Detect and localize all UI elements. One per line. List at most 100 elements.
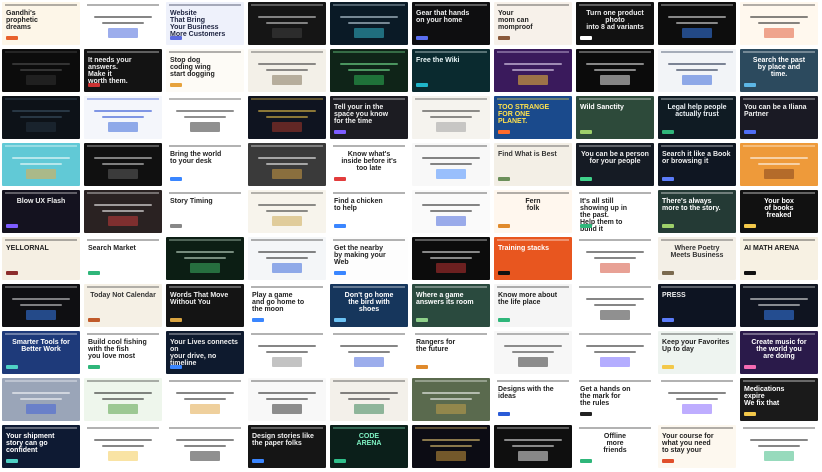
screenshot-thumbnail[interactable]: [166, 96, 244, 139]
screenshot-thumbnail[interactable]: [412, 237, 490, 280]
screenshot-thumbnail[interactable]: [2, 49, 80, 92]
screenshot-thumbnail[interactable]: Words That Move Without You: [166, 284, 244, 327]
screenshot-thumbnail[interactable]: Know more about the life place: [494, 284, 572, 327]
screenshot-thumbnail[interactable]: [84, 425, 162, 468]
screenshot-thumbnail[interactable]: Training stacks: [494, 237, 572, 280]
screenshot-thumbnail[interactable]: Keep your Favorites Up to day: [658, 331, 736, 374]
screenshot-thumbnail[interactable]: It's all still showing up in the past. H…: [576, 190, 654, 233]
screenshot-thumbnail[interactable]: Today Not Calendar: [84, 284, 162, 327]
screenshot-thumbnail[interactable]: [740, 425, 818, 468]
screenshot-thumbnail[interactable]: [412, 96, 490, 139]
screenshot-thumbnail[interactable]: Where Poetry Meets Business: [658, 237, 736, 280]
screenshot-thumbnail[interactable]: [576, 284, 654, 327]
screenshot-thumbnail[interactable]: [330, 2, 408, 45]
screenshot-thumbnail[interactable]: CODE ARENA: [330, 425, 408, 468]
screenshot-thumbnail[interactable]: Where a game answers its room: [412, 284, 490, 327]
screenshot-thumbnail[interactable]: Wild Sanctity: [576, 96, 654, 139]
screenshot-thumbnail[interactable]: Legal help people actually trust: [658, 96, 736, 139]
screenshot-thumbnail[interactable]: [248, 331, 326, 374]
screenshot-thumbnail[interactable]: Don't go home the bird with shoes: [330, 284, 408, 327]
screenshot-thumbnail[interactable]: [2, 96, 80, 139]
screenshot-thumbnail[interactable]: [248, 2, 326, 45]
screenshot-thumbnail[interactable]: Fern folk: [494, 190, 572, 233]
screenshot-thumbnail[interactable]: [740, 284, 818, 327]
screenshot-thumbnail[interactable]: [494, 425, 572, 468]
screenshot-thumbnail[interactable]: [740, 2, 818, 45]
screenshot-thumbnail[interactable]: Medications expire We fix that: [740, 378, 818, 421]
screenshot-thumbnail[interactable]: [740, 143, 818, 186]
screenshot-thumbnail[interactable]: [330, 331, 408, 374]
screenshot-thumbnail[interactable]: [412, 425, 490, 468]
screenshot-thumbnail[interactable]: YELLORNAL: [2, 237, 80, 280]
screenshot-thumbnail[interactable]: Build cool fishing with the fish you lov…: [84, 331, 162, 374]
screenshot-thumbnail[interactable]: [2, 284, 80, 327]
screenshot-thumbnail[interactable]: Gear that hands on your home: [412, 2, 490, 45]
screenshot-thumbnail[interactable]: Find a chicken to help: [330, 190, 408, 233]
screenshot-thumbnail[interactable]: [330, 378, 408, 421]
screenshot-thumbnail[interactable]: Play a game and go home to the moon: [248, 284, 326, 327]
screenshot-thumbnail[interactable]: Search the past by place and time.: [740, 49, 818, 92]
screenshot-thumbnail[interactable]: Your Lives connects on your drive, no ti…: [166, 331, 244, 374]
screenshot-thumbnail[interactable]: [84, 2, 162, 45]
screenshot-thumbnail[interactable]: [658, 49, 736, 92]
screenshot-thumbnail[interactable]: [576, 49, 654, 92]
screenshot-thumbnail[interactable]: Get the nearby by making your Web: [330, 237, 408, 280]
screenshot-thumbnail[interactable]: There's always more to the story.: [658, 190, 736, 233]
screenshot-thumbnail[interactable]: Turn one product photo into 8 ad variant…: [576, 2, 654, 45]
screenshot-thumbnail[interactable]: [248, 237, 326, 280]
screenshot-thumbnail[interactable]: Create music for the world you are doing: [740, 331, 818, 374]
screenshot-thumbnail[interactable]: You can be a person for your people: [576, 143, 654, 186]
screenshot-thumbnail[interactable]: Your shipment story can go confident: [2, 425, 80, 468]
screenshot-thumbnail[interactable]: Offline more friends: [576, 425, 654, 468]
screenshot-thumbnail[interactable]: Tell your in the space you know for the …: [330, 96, 408, 139]
screenshot-thumbnail[interactable]: [248, 49, 326, 92]
screenshot-thumbnail[interactable]: It needs your answers. Make it worth the…: [84, 49, 162, 92]
screenshot-thumbnail[interactable]: [84, 378, 162, 421]
screenshot-thumbnail[interactable]: You can be a Iliana Partner: [740, 96, 818, 139]
screenshot-thumbnail[interactable]: [84, 143, 162, 186]
screenshot-thumbnail[interactable]: [494, 49, 572, 92]
screenshot-thumbnail[interactable]: [330, 49, 408, 92]
screenshot-thumbnail[interactable]: Get a hands on the mark for the rules: [576, 378, 654, 421]
screenshot-thumbnail[interactable]: [166, 425, 244, 468]
screenshot-thumbnail[interactable]: Gandhi's prophetic dreams: [2, 2, 80, 45]
screenshot-thumbnail[interactable]: Story Timing: [166, 190, 244, 233]
screenshot-thumbnail[interactable]: AI MATH ARENA: [740, 237, 818, 280]
screenshot-thumbnail[interactable]: [166, 378, 244, 421]
screenshot-thumbnail[interactable]: [248, 96, 326, 139]
screenshot-thumbnail[interactable]: Free the Wiki: [412, 49, 490, 92]
screenshot-thumbnail[interactable]: Your mom can momproof: [494, 2, 572, 45]
screenshot-thumbnail[interactable]: [248, 190, 326, 233]
screenshot-thumbnail[interactable]: [412, 190, 490, 233]
screenshot-thumbnail[interactable]: Design stories like the paper folks: [248, 425, 326, 468]
screenshot-thumbnail[interactable]: Rangers for the future: [412, 331, 490, 374]
screenshot-thumbnail[interactable]: PRESS: [658, 284, 736, 327]
screenshot-thumbnail[interactable]: [658, 2, 736, 45]
screenshot-thumbnail[interactable]: [2, 378, 80, 421]
screenshot-thumbnail[interactable]: Stop dog coding wing start dogging: [166, 49, 244, 92]
screenshot-thumbnail[interactable]: Search it like a Book or browsing it: [658, 143, 736, 186]
screenshot-thumbnail[interactable]: [576, 237, 654, 280]
screenshot-thumbnail[interactable]: [248, 378, 326, 421]
screenshot-thumbnail[interactable]: [84, 96, 162, 139]
screenshot-thumbnail[interactable]: [658, 378, 736, 421]
screenshot-thumbnail[interactable]: Know what's inside before it's too late: [330, 143, 408, 186]
screenshot-thumbnail[interactable]: Search Market: [84, 237, 162, 280]
screenshot-thumbnail[interactable]: [2, 143, 80, 186]
screenshot-thumbnail[interactable]: Find What is Best: [494, 143, 572, 186]
screenshot-thumbnail[interactable]: Blow UX Flash: [2, 190, 80, 233]
screenshot-thumbnail[interactable]: Smarter Tools for Better Work: [2, 331, 80, 374]
screenshot-thumbnail[interactable]: Your course for what you need to stay yo…: [658, 425, 736, 468]
screenshot-thumbnail[interactable]: [166, 237, 244, 280]
screenshot-thumbnail[interactable]: [84, 190, 162, 233]
screenshot-thumbnail[interactable]: Bring the world to your desk: [166, 143, 244, 186]
screenshot-thumbnail[interactable]: [248, 143, 326, 186]
screenshot-thumbnail[interactable]: [576, 331, 654, 374]
screenshot-thumbnail[interactable]: Designs with the ideas: [494, 378, 572, 421]
screenshot-thumbnail[interactable]: TOO STRANGE FOR ONE PLANET.: [494, 96, 572, 139]
screenshot-thumbnail[interactable]: [412, 378, 490, 421]
screenshot-thumbnail[interactable]: [494, 331, 572, 374]
screenshot-thumbnail[interactable]: Your box of books freaked: [740, 190, 818, 233]
screenshot-thumbnail[interactable]: Website That Bring Your Business More Cu…: [166, 2, 244, 45]
screenshot-thumbnail[interactable]: [412, 143, 490, 186]
